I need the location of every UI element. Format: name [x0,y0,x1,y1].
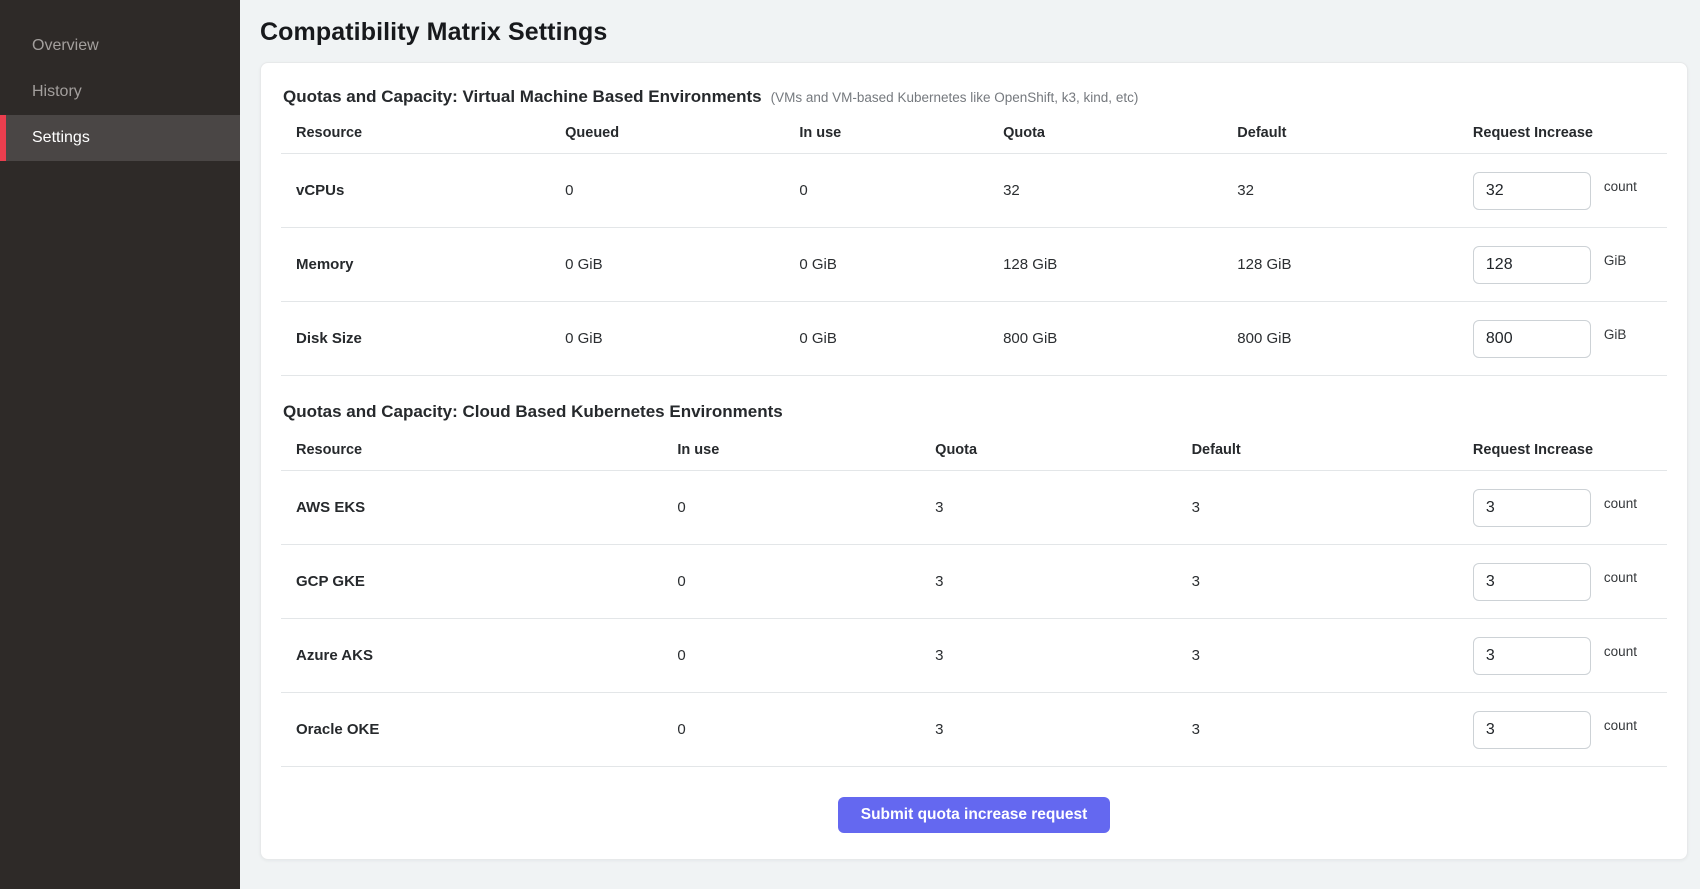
gcp-gke-request-input[interactable] [1473,563,1591,601]
unit-label: count [1604,718,1637,733]
sidebar: Overview History Settings [0,0,240,889]
request-increase-cell: count [1473,563,1667,601]
default-value: 800 GiB [1237,330,1473,347]
oracle-oke-request-input[interactable] [1473,711,1591,749]
in-use-value: 0 [677,573,935,590]
resource-name: GCP GKE [281,573,677,590]
column-header-in-use: In use [799,125,1003,141]
table-row-azure-aks: Azure AKS 0 3 3 count [281,619,1667,693]
request-increase-cell: GiB [1473,246,1667,284]
submit-row: Submit quota increase request [281,767,1667,833]
sidebar-item-history[interactable]: History [0,69,240,115]
column-header-default: Default [1237,125,1473,141]
column-header-quota: Quota [935,442,1191,458]
column-header-request-increase: Request Increase [1473,125,1667,141]
table-row-vcpus: vCPUs 0 0 32 32 count [281,154,1667,228]
table-row-memory: Memory 0 GiB 0 GiB 128 GiB 128 GiB GiB [281,228,1667,302]
request-increase-cell: count [1473,711,1667,749]
column-header-resource: Resource [281,125,565,141]
table-row-gcp-gke: GCP GKE 0 3 3 count [281,545,1667,619]
azure-aks-request-input[interactable] [1473,637,1591,675]
column-header-default: Default [1192,442,1473,458]
table-row-oracle-oke: Oracle OKE 0 3 3 count [281,693,1667,767]
vm-table-header-row: Resource Queued In use Quota Default Req… [281,107,1667,154]
sidebar-item-overview[interactable]: Overview [0,23,240,69]
quota-value: 32 [1003,182,1237,199]
sidebar-item-label: History [32,83,82,101]
column-header-resource: Resource [281,442,677,458]
quota-value: 3 [935,647,1191,664]
resource-name: vCPUs [281,182,565,199]
cloud-table-header-row: Resource In use Quota Default Request In… [281,424,1667,471]
quota-value: 128 GiB [1003,256,1237,273]
resource-name: AWS EKS [281,499,677,516]
vm-section-subtitle: (VMs and VM-based Kubernetes like OpenSh… [771,90,1139,105]
submit-quota-increase-button[interactable]: Submit quota increase request [838,797,1111,833]
request-increase-cell: count [1473,489,1667,527]
unit-label: GiB [1604,327,1627,342]
unit-label: GiB [1604,253,1627,268]
default-value: 3 [1192,647,1473,664]
in-use-value: 0 [799,182,1003,199]
request-increase-cell: count [1473,637,1667,675]
quota-settings-card: Quotas and Capacity: Virtual Machine Bas… [260,62,1688,860]
memory-request-input[interactable] [1473,246,1591,284]
queued-value: 0 [565,182,799,199]
unit-label: count [1604,179,1637,194]
page-title: Compatibility Matrix Settings [260,16,1688,48]
disk-size-request-input[interactable] [1473,320,1591,358]
table-row-aws-eks: AWS EKS 0 3 3 count [281,471,1667,545]
unit-label: count [1604,644,1637,659]
cloud-quota-table: Resource In use Quota Default Request In… [281,424,1667,767]
unit-label: count [1604,496,1637,511]
cloud-section-title: Quotas and Capacity: Cloud Based Kuberne… [283,402,783,422]
default-value: 3 [1192,573,1473,590]
sidebar-item-settings[interactable]: Settings [0,115,240,161]
sidebar-item-label: Settings [32,129,90,147]
request-increase-cell: GiB [1473,320,1667,358]
vcpus-request-input[interactable] [1473,172,1591,210]
in-use-value: 0 GiB [799,256,1003,273]
default-value: 3 [1192,499,1473,516]
quota-value: 3 [935,721,1191,738]
sidebar-item-label: Overview [32,37,99,55]
vm-section-title: Quotas and Capacity: Virtual Machine Bas… [283,87,762,107]
aws-eks-request-input[interactable] [1473,489,1591,527]
resource-name: Azure AKS [281,647,677,664]
vm-quota-table: Resource Queued In use Quota Default Req… [281,107,1667,376]
table-row-disk-size: Disk Size 0 GiB 0 GiB 800 GiB 800 GiB Gi… [281,302,1667,376]
in-use-value: 0 [677,721,935,738]
vm-section-header: Quotas and Capacity: Virtual Machine Bas… [283,87,1667,107]
main-content: Compatibility Matrix Settings Quotas and… [240,0,1700,889]
queued-value: 0 GiB [565,256,799,273]
resource-name: Oracle OKE [281,721,677,738]
quota-value: 800 GiB [1003,330,1237,347]
column-header-in-use: In use [677,442,935,458]
default-value: 32 [1237,182,1473,199]
column-header-queued: Queued [565,125,799,141]
in-use-value: 0 GiB [799,330,1003,347]
in-use-value: 0 [677,499,935,516]
unit-label: count [1604,570,1637,585]
request-increase-cell: count [1473,172,1667,210]
in-use-value: 0 [677,647,935,664]
queued-value: 0 GiB [565,330,799,347]
quota-value: 3 [935,573,1191,590]
default-value: 3 [1192,721,1473,738]
cloud-section-header: Quotas and Capacity: Cloud Based Kuberne… [283,402,1667,422]
resource-name: Memory [281,256,565,273]
column-header-quota: Quota [1003,125,1237,141]
resource-name: Disk Size [281,330,565,347]
column-header-request-increase: Request Increase [1473,442,1667,458]
quota-value: 3 [935,499,1191,516]
default-value: 128 GiB [1237,256,1473,273]
